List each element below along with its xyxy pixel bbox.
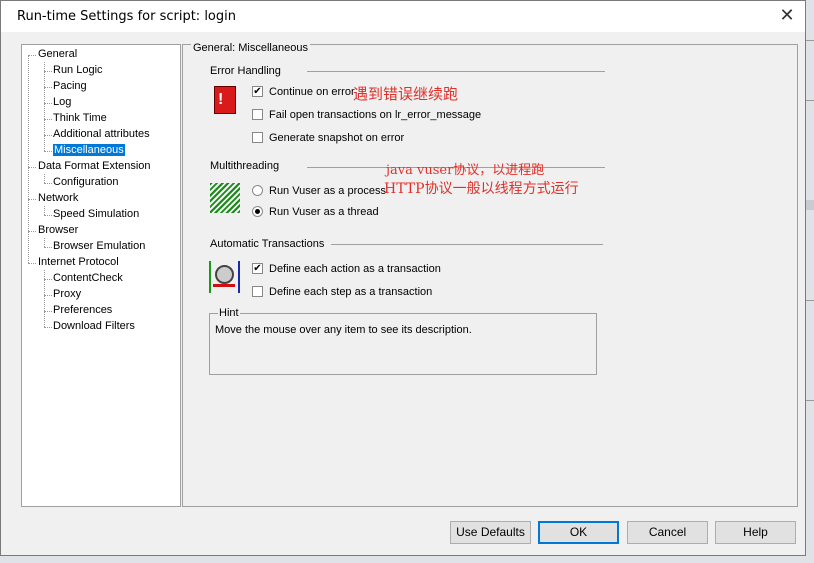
tree-connector xyxy=(44,238,45,247)
tree-item[interactable]: Internet Protocol xyxy=(38,256,119,268)
error-icon: ! xyxy=(214,86,236,114)
tree-connector xyxy=(28,55,29,263)
run-time-settings-dialog: Run-time Settings for script: login ✕ Ge… xyxy=(0,0,806,556)
ok-button[interactable]: OK xyxy=(538,521,619,544)
define-action-transaction-checkbox[interactable]: ✔ xyxy=(252,263,263,274)
tree-item[interactable]: Run Logic xyxy=(53,64,103,76)
vusers-icon xyxy=(210,183,240,213)
annotation-error: 遇到错误继续跑 xyxy=(353,85,459,103)
continue-on-error-checkbox[interactable]: ✔ xyxy=(252,86,263,97)
tree-item[interactable]: Download Filters xyxy=(53,320,135,332)
use-defaults-button[interactable]: Use Defaults xyxy=(450,521,531,544)
title-bar: Run-time Settings for script: login ✕ xyxy=(1,1,805,32)
multithreading-heading: Multithreading xyxy=(210,160,280,172)
tree-item[interactable]: ContentCheck xyxy=(53,272,123,284)
tree-connector xyxy=(44,215,52,216)
window-title: Run-time Settings for script: login xyxy=(17,9,236,24)
tree-item[interactable]: Proxy xyxy=(53,288,81,300)
fail-open-transactions-label: Fail open transactions on lr_error_messa… xyxy=(269,109,482,121)
tree-connector xyxy=(44,119,52,120)
run-as-thread-label: Run Vuser as a thread xyxy=(269,206,379,218)
close-icon[interactable]: ✕ xyxy=(775,5,799,26)
group-title: General: Miscellaneous xyxy=(191,42,310,54)
tree-connector xyxy=(44,62,45,151)
tree-connector xyxy=(44,311,52,312)
tree-connector xyxy=(44,247,52,248)
tree-item[interactable]: Pacing xyxy=(53,80,87,92)
define-action-transaction-label: Define each action as a transaction xyxy=(269,263,441,275)
tree-connector xyxy=(28,199,36,200)
run-as-thread-radio[interactable] xyxy=(252,206,263,217)
tree-connector xyxy=(44,71,52,72)
tree-item[interactable]: Think Time xyxy=(53,112,107,124)
tree-connector xyxy=(44,174,45,183)
tree-connector xyxy=(28,55,36,56)
error-handling-heading: Error Handling xyxy=(210,65,281,77)
define-step-transaction-label: Define each step as a transaction xyxy=(269,286,433,298)
tree-connector xyxy=(44,327,52,328)
tree-connector xyxy=(44,295,52,296)
hint-title: Hint xyxy=(218,307,240,319)
tree-item[interactable]: Configuration xyxy=(53,176,118,188)
tree-connector xyxy=(28,263,36,264)
tree-item[interactable]: Speed Simulation xyxy=(53,208,139,220)
settings-tree[interactable]: General Run Logic Pacing Log Think Time Addit… xyxy=(21,44,181,507)
tree-item[interactable]: General xyxy=(38,48,77,60)
tree-connector xyxy=(44,183,52,184)
tree-connector xyxy=(44,151,52,152)
tree-connector xyxy=(44,135,52,136)
tree-connector xyxy=(28,167,36,168)
continue-on-error-label: Continue on error xyxy=(269,86,355,98)
tree-connector xyxy=(44,87,52,88)
tree-item[interactable]: Browser Emulation xyxy=(53,240,145,252)
generate-snapshot-checkbox[interactable] xyxy=(252,132,263,143)
hint-text: Move the mouse over any item to see its … xyxy=(215,324,472,336)
tree-connector xyxy=(44,270,45,327)
tree-item[interactable]: Additional attributes xyxy=(53,128,150,140)
tree-connector xyxy=(44,103,52,104)
settings-panel: General: Miscellaneous Error Handling ! … xyxy=(182,42,798,507)
tree-connector xyxy=(44,206,45,215)
fail-open-transactions-checkbox[interactable] xyxy=(252,109,263,120)
tree-item[interactable]: Network xyxy=(38,192,78,204)
tree-item[interactable]: Browser xyxy=(38,224,78,236)
help-button[interactable]: Help xyxy=(715,521,796,544)
annotation-http: HTTP协议一般以线程方式运行 xyxy=(384,181,579,197)
cancel-button[interactable]: Cancel xyxy=(627,521,708,544)
run-as-process-label: Run Vuser as a process xyxy=(269,185,386,197)
generate-snapshot-label: Generate snapshot on error xyxy=(269,132,405,144)
tree-item[interactable]: Data Format Extension xyxy=(38,160,151,172)
tree-item[interactable]: Preferences xyxy=(53,304,112,316)
annotation-java: java vuser协议，以进程跑 xyxy=(386,163,545,178)
tree-item[interactable]: Miscellaneous xyxy=(53,144,125,156)
hint-box: Hint Move the mouse over any item to see… xyxy=(209,307,597,375)
tree-connector xyxy=(44,279,52,280)
auto-transactions-heading: Automatic Transactions xyxy=(210,238,325,250)
tree-connector xyxy=(28,231,36,232)
tree-item[interactable]: Log xyxy=(53,96,71,108)
transaction-clock-icon xyxy=(209,261,240,293)
define-step-transaction-checkbox[interactable] xyxy=(252,286,263,297)
run-as-process-radio[interactable] xyxy=(252,185,263,196)
